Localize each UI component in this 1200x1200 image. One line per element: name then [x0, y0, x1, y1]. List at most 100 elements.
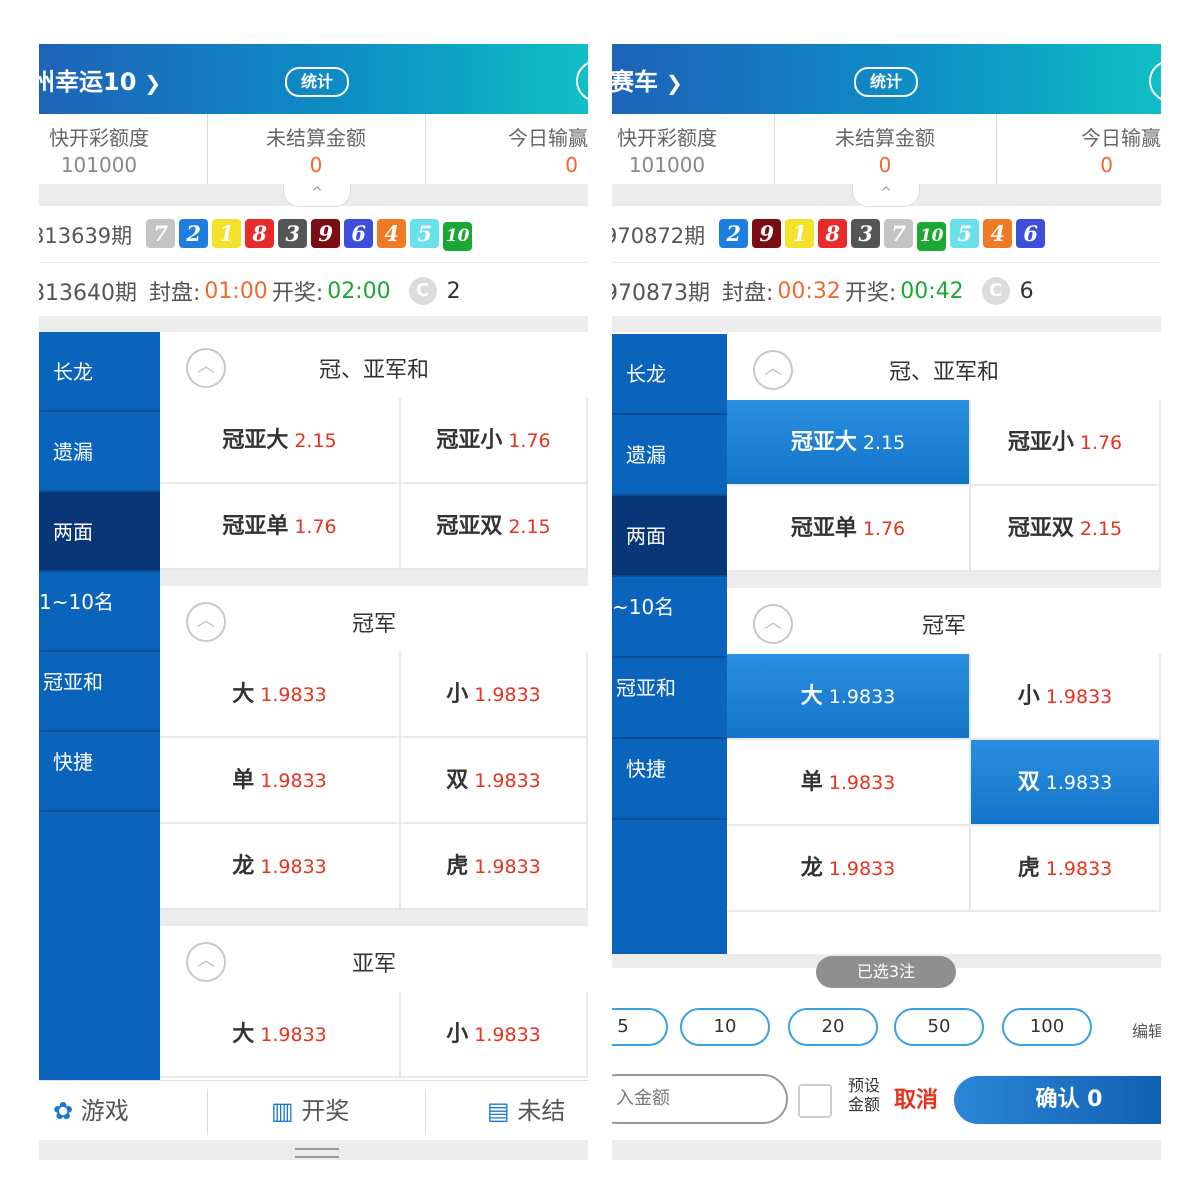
- amount-input[interactable]: 入金额: [612, 1074, 788, 1124]
- refresh-icon[interactable]: C: [408, 277, 437, 305]
- tab-results[interactable]: ▥ 开奖: [271, 1081, 349, 1141]
- result-ball: 7: [146, 219, 176, 248]
- edit-chips-link[interactable]: 编辑: [1132, 1018, 1161, 1042]
- bet-option[interactable]: 冠亚双 2.15: [971, 486, 1161, 572]
- result-balls: 2 9 1 8 3 7 10 5 4 6: [719, 219, 1049, 251]
- amount-chip[interactable]: 10: [680, 1008, 770, 1046]
- section-header[interactable]: ︿ 冠军: [160, 586, 588, 652]
- sidebar-item[interactable]: ~10名: [612, 577, 733, 658]
- quota-unsettled: 未结算金额 0: [266, 126, 366, 177]
- bet-option[interactable]: 大 1.9833: [160, 652, 401, 738]
- quota-credit: 快开彩额度 101000: [49, 126, 149, 177]
- bet-option-odds: 1.9833: [828, 772, 896, 794]
- amount-chip[interactable]: 50: [894, 1008, 984, 1046]
- bet-option-odds: 1.9833: [474, 684, 541, 706]
- sidebar-item[interactable]: 两面: [39, 492, 160, 572]
- bet-option[interactable]: 冠亚小 1.76: [401, 398, 588, 484]
- menu-circle-button[interactable]: [576, 60, 588, 102]
- bet-option-label: 虎: [446, 854, 469, 879]
- right-panel: 赛车 ❯ 统计 快开彩额度 101000 未结算金额 0 今日输赢 0 ^ 970…: [612, 44, 1161, 1160]
- bet-option[interactable]: 冠亚单 1.76: [160, 484, 401, 570]
- tab-games[interactable]: ✿ 游戏: [53, 1081, 129, 1141]
- bet-option[interactable]: 单 1.9833: [727, 740, 971, 826]
- result-ball: 10: [917, 222, 947, 251]
- bet-option-label: 单: [800, 770, 823, 795]
- bet-option-odds: 1.9833: [828, 686, 896, 708]
- game-selector[interactable]: 州幸运10 ❯: [39, 62, 161, 97]
- bet-option[interactable]: 小 1.9833: [401, 652, 588, 738]
- section-title: 亚军: [351, 952, 396, 977]
- bet-option[interactable]: 小 1.9833: [401, 992, 588, 1078]
- sidebar-item[interactable]: 快捷: [39, 732, 160, 812]
- amount-chip[interactable]: 5: [612, 1008, 668, 1046]
- preset-checkbox[interactable]: [798, 1084, 832, 1118]
- amount-chip[interactable]: 20: [788, 1008, 878, 1046]
- drag-grip[interactable]: [295, 1148, 339, 1158]
- open-countdown: 02:00: [327, 278, 391, 304]
- bet-option-odds: 1.9833: [1045, 772, 1113, 794]
- bet-option-label: 大: [800, 684, 823, 709]
- confirm-button[interactable]: 确认 0: [954, 1076, 1161, 1124]
- bet-option-label: 冠亚小: [1007, 430, 1074, 455]
- collapse-handle[interactable]: ^: [852, 184, 920, 207]
- bet-option-label: 小: [1017, 684, 1040, 709]
- section-header[interactable]: ︿ 冠、亚军和: [160, 332, 588, 398]
- bet-option[interactable]: 小 1.9833: [971, 654, 1161, 740]
- bet-option[interactable]: 冠亚小 1.76: [971, 400, 1161, 486]
- game-selector[interactable]: 赛车 ❯: [612, 62, 683, 97]
- sidebar-item[interactable]: 长龙: [612, 334, 733, 415]
- amount-chip[interactable]: 100: [1002, 1008, 1092, 1046]
- bet-option-odds: 1.9833: [474, 770, 541, 792]
- tab-unsettled[interactable]: ▤ 未结: [487, 1081, 565, 1141]
- bet-option-label: 龙: [800, 856, 823, 881]
- collapse-handle[interactable]: ^: [283, 184, 351, 207]
- bet-option[interactable]: 大 1.9833: [727, 654, 971, 740]
- result-ball: 4: [983, 219, 1013, 248]
- refresh-count: 2: [446, 278, 461, 304]
- sidebar-item[interactable]: 两面: [612, 496, 733, 577]
- bet-option[interactable]: 虎 1.9833: [401, 824, 588, 910]
- section-header[interactable]: ︿ 冠军: [727, 588, 1161, 654]
- bet-option[interactable]: 冠亚大 2.15: [727, 400, 971, 486]
- bet-option[interactable]: 冠亚大 2.15: [160, 398, 401, 484]
- result-ball: 3: [851, 219, 881, 248]
- bet-option-label: 单: [232, 768, 255, 793]
- sidebar-item[interactable]: 遗漏: [612, 415, 733, 496]
- bet-option[interactable]: 龙 1.9833: [727, 826, 971, 912]
- bet-option[interactable]: 大 1.9833: [160, 992, 401, 1078]
- menu-circle-button[interactable]: [1149, 60, 1161, 102]
- bet-option[interactable]: 双 1.9833: [401, 738, 588, 824]
- bet-option[interactable]: 冠亚单 1.76: [727, 486, 971, 572]
- sidebar-item[interactable]: 遗漏: [39, 412, 160, 492]
- bet-option[interactable]: 龙 1.9833: [160, 824, 401, 910]
- bet-option-label: 双: [1017, 770, 1040, 795]
- section-header[interactable]: ︿ 亚军: [160, 926, 588, 992]
- sidebar-item[interactable]: 冠亚和: [39, 652, 160, 732]
- bet-option-odds: 2.15: [1079, 518, 1123, 540]
- stats-button[interactable]: 统计: [854, 67, 918, 97]
- result-ball: 10: [443, 222, 473, 251]
- sidebar-item[interactable]: 快捷: [612, 739, 733, 820]
- bet-option-label: 大: [232, 1022, 255, 1047]
- previous-issue: 970872期 2 9 1 8 3 7 10 5 4 6: [612, 218, 1049, 252]
- bet-option-label: 冠亚双: [436, 514, 503, 539]
- bet-option-label: 冠亚大: [222, 428, 289, 453]
- cancel-button[interactable]: 取消: [894, 1082, 938, 1114]
- bet-option[interactable]: 冠亚双 2.15: [401, 484, 588, 570]
- sidebar-item[interactable]: 长龙: [39, 332, 160, 412]
- bet-option[interactable]: 单 1.9833: [160, 738, 401, 824]
- bet-option-odds: 1.9833: [1045, 858, 1113, 880]
- result-ball: 6: [344, 219, 374, 248]
- bet-option[interactable]: 双 1.9833: [971, 740, 1161, 826]
- sidebar-item[interactable]: 冠亚和: [612, 658, 733, 739]
- stats-button[interactable]: 统计: [285, 67, 349, 97]
- section-header[interactable]: ︿ 冠、亚军和: [727, 334, 1161, 400]
- bet-option-label: 大: [232, 682, 255, 707]
- sidebar-item[interactable]: 1~10名: [39, 572, 160, 652]
- section-title: 冠、亚军和: [318, 358, 429, 383]
- result-ball: 6: [1016, 219, 1046, 248]
- chevron-down-icon: ❯: [144, 71, 162, 95]
- bet-option[interactable]: 虎 1.9833: [971, 826, 1161, 912]
- refresh-icon[interactable]: C: [981, 277, 1010, 305]
- result-ball: 1: [785, 219, 815, 248]
